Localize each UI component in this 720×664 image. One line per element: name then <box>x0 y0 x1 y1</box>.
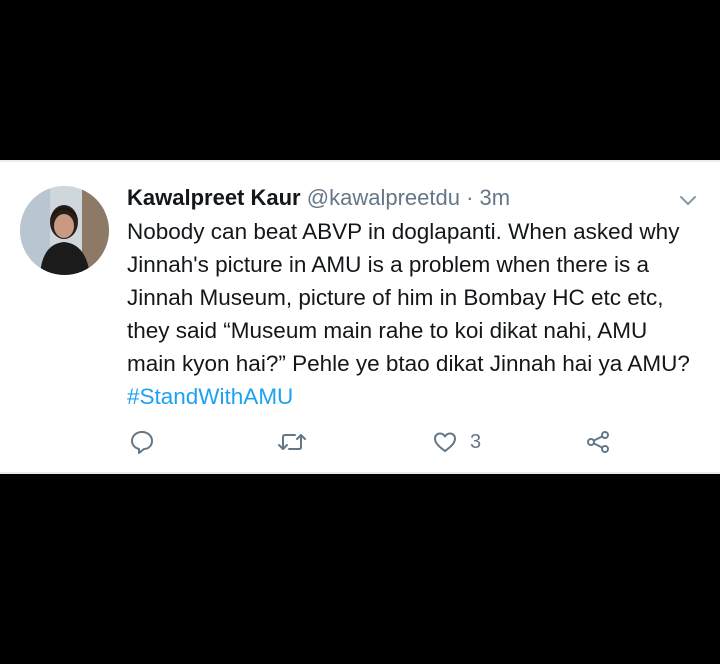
reply-button[interactable] <box>129 425 155 459</box>
tweet-text: Nobody can beat ABVP in doglapanti. When… <box>127 215 697 413</box>
like-button[interactable]: 3 <box>432 425 481 459</box>
share-icon <box>587 431 609 453</box>
author-handle[interactable]: @kawalpreetdu <box>307 185 460 210</box>
tweet-actions: 3 <box>127 425 617 459</box>
author-name[interactable]: Kawalpreet Kaur <box>127 185 301 210</box>
heart-icon <box>434 432 456 452</box>
tweet-card[interactable]: Kawalpreet Kaur @kawalpreetdu · 3m Nobod… <box>0 160 720 474</box>
tweet-body: Nobody can beat ABVP in doglapanti. When… <box>127 219 690 376</box>
like-count: 3 <box>470 430 482 453</box>
separator-dot: · <box>466 185 474 210</box>
hashtag-link[interactable]: #StandWithAMU <box>127 384 293 409</box>
retweet-icon <box>278 434 306 450</box>
avatar-image <box>20 186 109 275</box>
chevron-down-icon[interactable] <box>678 190 698 210</box>
tweet-time[interactable]: 3m <box>480 185 511 210</box>
reply-icon <box>131 431 153 454</box>
retweet-button[interactable] <box>277 425 307 459</box>
avatar[interactable] <box>20 186 109 275</box>
share-button[interactable] <box>585 425 611 459</box>
tweet-header: Kawalpreet Kaur @kawalpreetdu · 3m <box>127 184 660 212</box>
